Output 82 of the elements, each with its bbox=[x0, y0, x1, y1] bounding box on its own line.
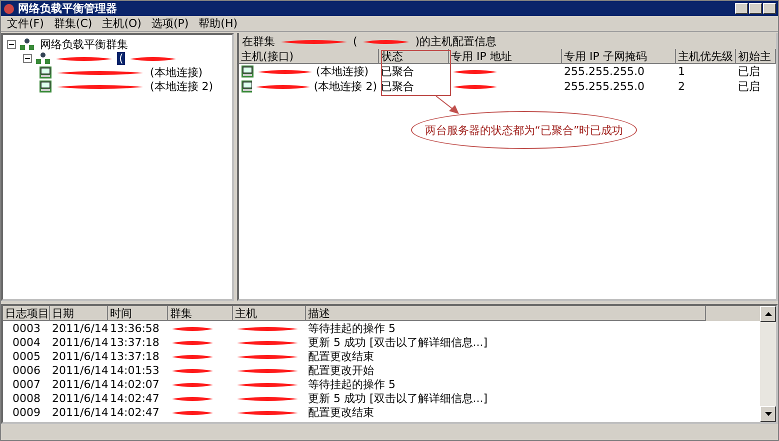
table-cell: 配置更改结束 bbox=[308, 404, 374, 420]
column-header[interactable]: 描述 bbox=[306, 306, 706, 321]
table-cell: 13:37:18 bbox=[110, 336, 160, 348]
table-cell: 已启 bbox=[738, 79, 760, 94]
table-cell: 0005 bbox=[12, 350, 40, 362]
table-cell: 2011/6/14 bbox=[52, 406, 108, 418]
menu-item[interactable]: 帮助(H) bbox=[198, 16, 238, 31]
table-cell: 0007 bbox=[12, 378, 40, 390]
up-arrow-icon bbox=[764, 312, 772, 316]
computer-icon bbox=[241, 65, 254, 78]
panel-title: )的主机配置信息 bbox=[415, 34, 497, 48]
table-cell: 0006 bbox=[12, 364, 40, 376]
table-cell: 0003 bbox=[12, 322, 40, 334]
table-cell: 已聚合 bbox=[381, 79, 414, 94]
scrollbar[interactable] bbox=[760, 306, 776, 422]
table-cell: 已启 bbox=[738, 64, 760, 79]
tree-item[interactable]: ( bbox=[117, 52, 126, 64]
column-header[interactable]: 初始主 bbox=[736, 49, 776, 64]
table-cell: 14:02:47 bbox=[110, 392, 160, 404]
table-cell: 2011/6/14 bbox=[52, 322, 108, 334]
tree-item[interactable]: 网络负载平衡群集 bbox=[38, 36, 130, 52]
collapse-toggle-icon[interactable] bbox=[23, 54, 32, 62]
computer-icon bbox=[39, 80, 52, 92]
table-cell: 0004 bbox=[12, 336, 40, 348]
table-cell: 255.255.255.0 bbox=[564, 65, 644, 78]
panel-title: ( bbox=[353, 34, 358, 48]
column-header[interactable]: 日志项目 bbox=[3, 306, 50, 321]
cluster-icon bbox=[19, 38, 35, 50]
table-cell: 13:36:58 bbox=[110, 322, 160, 334]
computer-icon bbox=[241, 80, 252, 93]
menu-item[interactable]: 文件(F) bbox=[7, 16, 44, 31]
annotation-callout: 两台服务器的状态都为“已聚合”时已成功 bbox=[411, 111, 637, 149]
table-cell: 配置更改开始 bbox=[308, 362, 374, 378]
down-arrow-icon bbox=[764, 412, 772, 416]
column-header[interactable]: 主机优先级 bbox=[676, 49, 736, 64]
table-cell: 已聚合 bbox=[381, 64, 414, 79]
column-header[interactable]: 日期 bbox=[50, 306, 108, 321]
cluster-icon bbox=[35, 52, 51, 64]
menu-item[interactable]: 主机(O) bbox=[102, 16, 142, 31]
table-cell: (本地连接) bbox=[316, 64, 369, 79]
arrow bbox=[435, 95, 461, 115]
collapse-toggle-icon[interactable] bbox=[7, 40, 16, 48]
scroll-down-button[interactable] bbox=[760, 406, 776, 422]
table-cell: 13:37:18 bbox=[110, 350, 160, 362]
close-button[interactable] bbox=[763, 3, 776, 14]
column-header[interactable]: 群集 bbox=[168, 306, 233, 321]
table-cell: 2 bbox=[678, 80, 685, 93]
menu-item[interactable]: 选项(P) bbox=[151, 16, 189, 31]
table-cell: 2011/6/14 bbox=[52, 364, 108, 376]
minimize-button[interactable] bbox=[735, 3, 748, 14]
tree-item[interactable]: (本地连接) bbox=[148, 64, 205, 80]
column-header[interactable]: 主机 bbox=[233, 306, 306, 321]
table-cell: (本地连接 2) bbox=[314, 79, 377, 94]
table-cell: 14:02:47 bbox=[110, 406, 160, 418]
table-cell: 255.255.255.0 bbox=[564, 80, 644, 93]
table-cell: 2011/6/14 bbox=[52, 336, 108, 348]
table-cell: 2011/6/14 bbox=[52, 392, 108, 404]
menu-item[interactable]: 群集(C) bbox=[54, 16, 92, 31]
table-cell: 2011/6/14 bbox=[52, 350, 108, 362]
table-cell: 0008 bbox=[12, 392, 40, 404]
table-cell: 更新 5 成功 [双击以了解详细信息...] bbox=[308, 334, 488, 350]
table-cell: 更新 5 成功 [双击以了解详细信息...] bbox=[308, 390, 488, 406]
computer-icon bbox=[39, 66, 52, 78]
table-cell: 2011/6/14 bbox=[52, 378, 108, 390]
column-header[interactable]: 专用 IP 子网掩码 bbox=[562, 49, 676, 64]
table-cell: 14:01:53 bbox=[110, 364, 160, 376]
table-cell: 0009 bbox=[12, 406, 40, 418]
scroll-up-button[interactable] bbox=[760, 306, 776, 322]
app-icon bbox=[3, 2, 15, 14]
window-title: 网络负载平衡管理器 bbox=[18, 1, 117, 16]
tree-item[interactable]: (本地连接 2) bbox=[148, 78, 216, 94]
table-cell: 配置更改结束 bbox=[308, 348, 374, 364]
column-header[interactable]: 专用 IP 地址 bbox=[449, 49, 562, 64]
table-cell: 1 bbox=[678, 65, 685, 78]
highlight-frame bbox=[381, 50, 451, 96]
maximize-button[interactable] bbox=[749, 3, 762, 14]
table-cell: 等待挂起的操作 5 bbox=[308, 320, 396, 336]
column-header[interactable]: 时间 bbox=[108, 306, 168, 321]
panel-title: 在群集 bbox=[242, 34, 275, 48]
table-cell: 14:02:07 bbox=[110, 378, 160, 390]
table-cell: 等待挂起的操作 5 bbox=[308, 376, 396, 392]
column-header[interactable]: 主机(接口) bbox=[239, 49, 379, 64]
